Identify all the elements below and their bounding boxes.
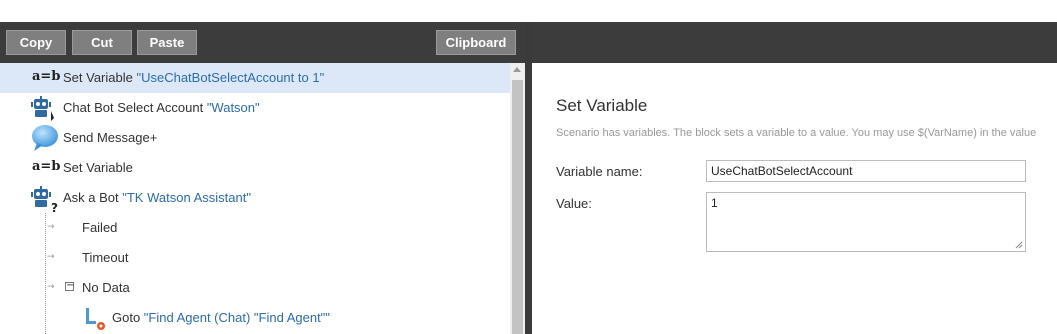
block-label: Set Variable (63, 70, 137, 85)
block-value: "Find Agent (Chat) "Find Agent"" (143, 310, 330, 325)
value-label: Value: (556, 196, 592, 211)
svg-text:?: ? (51, 201, 58, 213)
branch-label: No Data (82, 280, 130, 295)
scroll-up-arrow-icon[interactable] (513, 67, 521, 72)
resize-grip-icon[interactable] (1015, 241, 1023, 249)
block-label: Goto (112, 310, 144, 325)
value-field[interactable]: 1 (706, 192, 1026, 252)
variable-name-label: Variable name: (556, 164, 643, 179)
goto-icon (86, 308, 105, 330)
cut-button[interactable]: Cut (72, 30, 132, 55)
block-label: Chat Bot Select Account (63, 100, 207, 115)
robot-icon (31, 96, 54, 121)
tree-row-no-data-branch[interactable]: → − No Data (0, 273, 510, 303)
variable-icon: a=b (32, 159, 61, 174)
variable-icon: a=b (32, 69, 61, 84)
tree-row-timeout-branch[interactable]: → Timeout (0, 243, 510, 273)
properties-panel: Set Variable Scenario has variables. The… (532, 63, 1057, 334)
copy-button[interactable]: Copy (6, 30, 66, 55)
branch-label: Failed (82, 220, 118, 235)
pane-splitter[interactable] (525, 22, 532, 334)
tree-row-goto[interactable]: Goto "Find Agent (Chat) "Find Agent"" (0, 303, 510, 333)
left-toolbar: Copy Cut Paste Clipboard (0, 22, 525, 63)
block-value: "UseChatBotSelectAccount to 1" (136, 70, 325, 85)
tree-row-chat-bot-select-account[interactable]: Chat Bot Select Account "Watson" (0, 93, 510, 123)
block-value: "TK Watson Assistant" (122, 190, 251, 205)
tree-scrollbar[interactable] (510, 63, 525, 334)
properties-title: Set Variable (556, 96, 648, 115)
collapse-toggle-icon[interactable]: − (65, 281, 74, 291)
properties-description: Scenario has variables. The block sets a… (556, 127, 1037, 139)
scrollbar-thumb[interactable] (512, 80, 523, 334)
value-text: 1 (711, 196, 718, 210)
tree-row-send-message[interactable]: Send Message+ (0, 123, 510, 153)
branch-arrow-icon: → (47, 252, 55, 262)
branch-label: Timeout (82, 250, 129, 265)
branch-arrow-icon: → (47, 282, 55, 292)
paste-button[interactable]: Paste (137, 30, 197, 55)
tree-row-set-variable[interactable]: a=b Set Variable (0, 153, 510, 183)
robot-question-icon: ? (31, 186, 58, 213)
tree-row-set-variable-selected[interactable]: a=b Set Variable "UseChatBotSelectAccoun… (0, 63, 510, 93)
block-label: Send Message+ (63, 130, 158, 145)
clipboard-button[interactable]: Clipboard (436, 30, 516, 55)
chat-bubble-icon (32, 125, 58, 151)
branch-arrow-icon: → (47, 222, 55, 232)
block-value: "Watson" (206, 100, 260, 115)
scenario-tree: a=b Set Variable "UseChatBotSelectAccoun… (0, 63, 510, 334)
block-label: Set Variable (63, 160, 133, 175)
variable-name-field[interactable]: UseChatBotSelectAccount (706, 160, 1026, 182)
tree-row-ask-a-bot[interactable]: ? Ask a Bot "TK Watson Assistant" (0, 183, 510, 213)
tree-row-failed-branch[interactable]: → Failed (0, 213, 510, 243)
block-label: Ask a Bot (63, 190, 123, 205)
right-header (532, 22, 1057, 63)
top-strip (0, 0, 1057, 22)
